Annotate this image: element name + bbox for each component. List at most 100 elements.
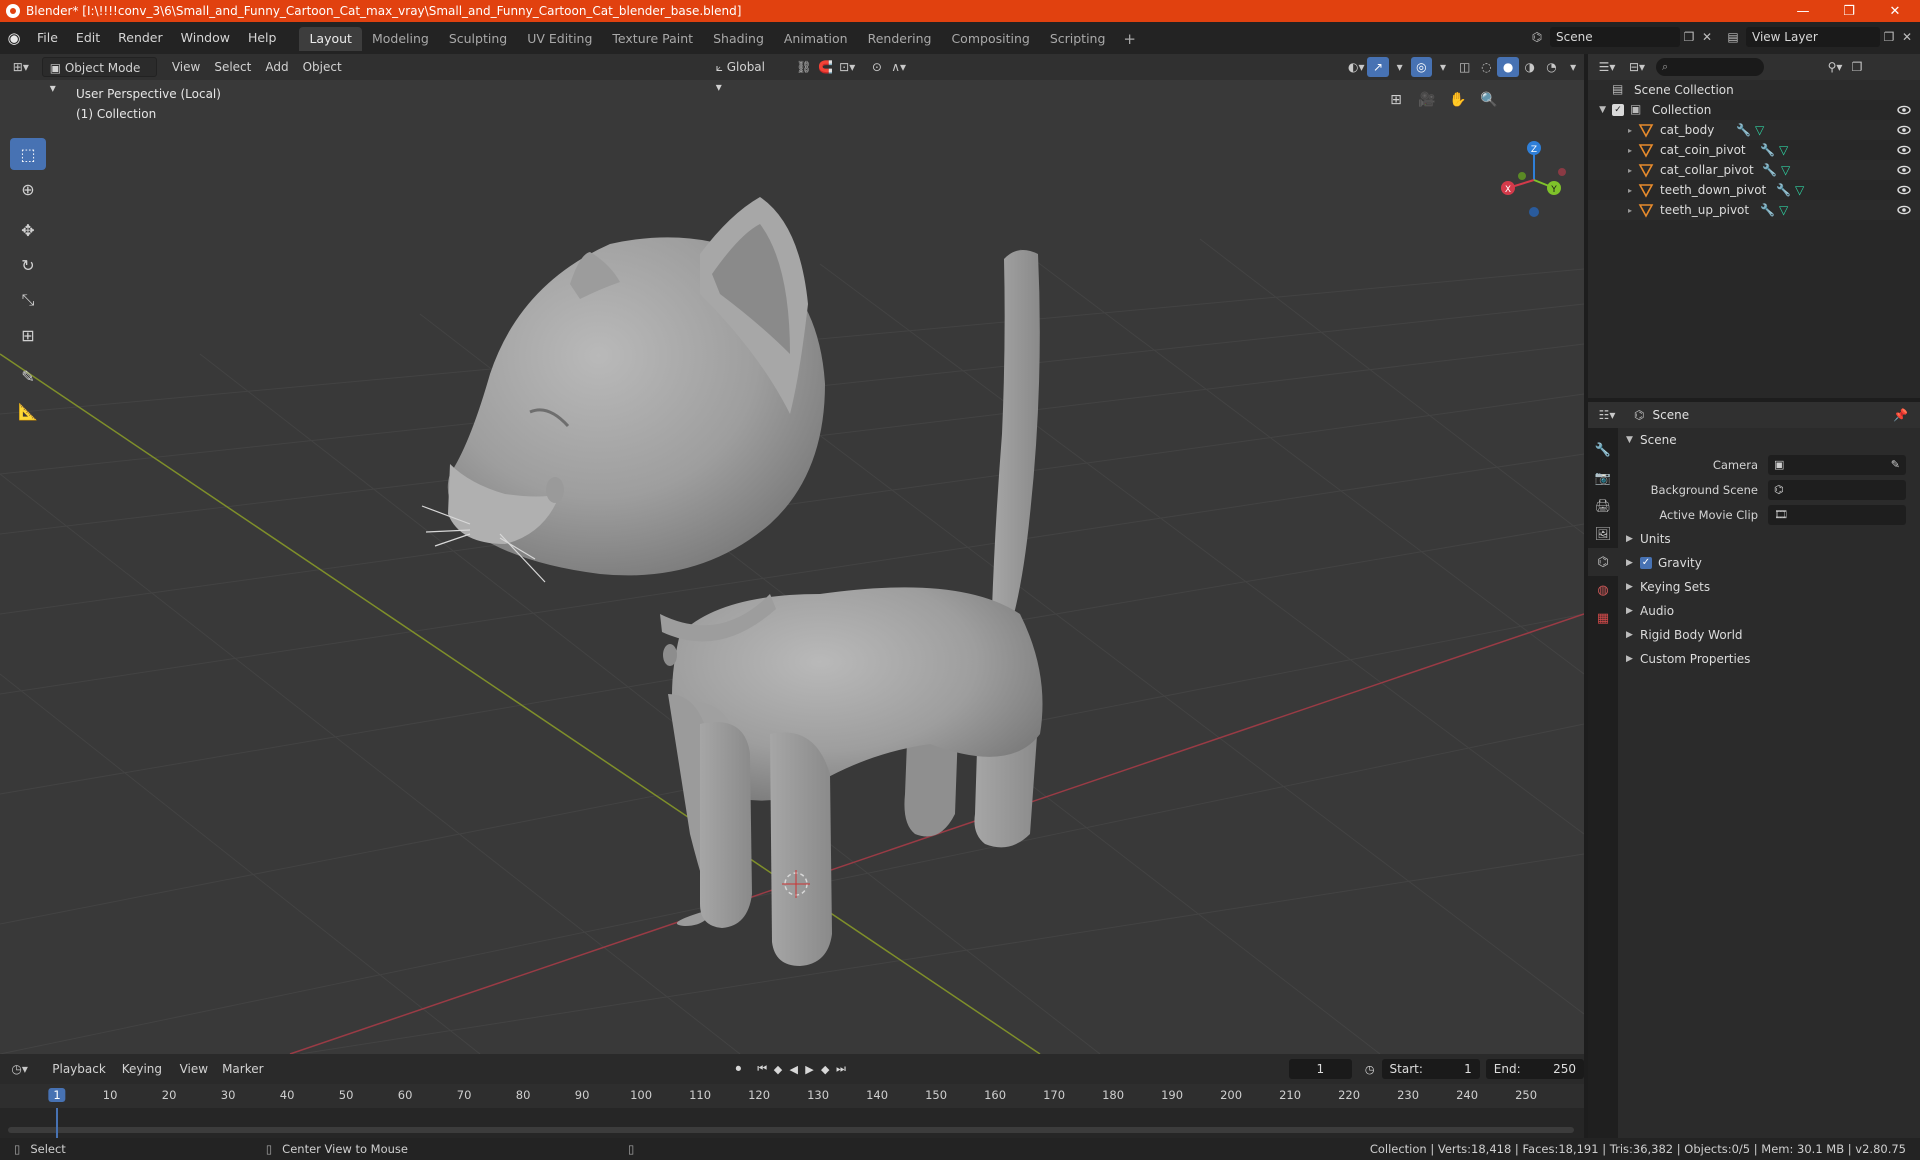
overlay-toggle-icon[interactable]: ◎ (1410, 57, 1433, 77)
gizmo-neg-x-handle[interactable] (1558, 168, 1566, 176)
mesh-data-icon[interactable]: ▽ (1781, 163, 1790, 177)
snap-icon[interactable]: 🧲 (815, 57, 837, 77)
gizmo-dropdown-icon[interactable]: ▾ (1389, 57, 1411, 77)
tab-compositing[interactable]: Compositing (941, 27, 1039, 51)
new-collection-icon[interactable]: ❐ (1846, 57, 1868, 77)
viewport-menu-object[interactable]: Object (296, 57, 349, 77)
play-icon[interactable]: ▶ (802, 1059, 818, 1079)
outliner-object-cat-collar-pivot[interactable]: ▸ cat_collar_pivot 🔧 ▽ (1588, 160, 1920, 180)
current-frame-field[interactable]: 1 (1288, 1059, 1352, 1079)
display-mode-icon[interactable]: ⊟▾ (1626, 57, 1648, 77)
menu-file[interactable]: File (28, 22, 67, 54)
timeline-track[interactable] (0, 1108, 1584, 1138)
viewport-menu-add[interactable]: Add (258, 57, 295, 77)
modifier-wrench-icon[interactable]: 🔧 (1736, 123, 1751, 137)
xray-icon[interactable]: ◫ (1454, 57, 1476, 77)
add-workspace-button[interactable]: + (1115, 27, 1144, 51)
timeline-menu-view[interactable]: View (173, 1059, 215, 1079)
eye-icon[interactable] (1896, 202, 1912, 218)
menu-window[interactable]: Window (172, 22, 239, 54)
tab-uv-editing[interactable]: UV Editing (517, 27, 602, 51)
rigid-body-world-panel[interactable]: ▶ Rigid Body World (1618, 623, 1920, 647)
viewport-menu-view[interactable]: View (165, 57, 207, 77)
modifier-wrench-icon[interactable]: 🔧 (1760, 143, 1775, 157)
outliner-object-teeth-up-pivot[interactable]: ▸ teeth_up_pivot 🔧 ▽ (1588, 200, 1920, 220)
falloff-icon[interactable]: ∧▾ (888, 57, 910, 77)
modifier-wrench-icon[interactable]: 🔧 (1776, 183, 1791, 197)
zoom-icon[interactable]: 🔍 (1475, 86, 1503, 114)
cat-model[interactable] (421, 197, 1043, 966)
mesh-data-icon[interactable]: ▽ (1779, 203, 1788, 217)
tab-sculpting[interactable]: Sculpting (439, 27, 517, 51)
transform-orientation-dropdown[interactable]: ⟀ Global ▾ (709, 57, 781, 94)
camera-field[interactable]: ▣ ✎ (1768, 454, 1906, 475)
eye-icon[interactable] (1896, 102, 1912, 118)
jump-start-icon[interactable]: ⏮ (754, 1059, 770, 1079)
tab-animation[interactable]: Animation (774, 27, 858, 51)
cursor-tool-icon[interactable]: ⊕ (10, 173, 46, 205)
tab-scripting[interactable]: Scripting (1040, 27, 1116, 51)
audio-panel[interactable]: ▶ Audio (1618, 599, 1920, 623)
pan-hand-icon[interactable]: ✋ (1444, 86, 1472, 114)
outliner-editor-type-icon[interactable]: ☰▾ (1596, 57, 1618, 77)
expand-arrow-icon[interactable]: ▸ (1588, 206, 1638, 215)
outliner-object-cat-coin-pivot[interactable]: ▸ cat_coin_pivot 🔧 ▽ (1588, 140, 1920, 160)
outliner-collection[interactable]: ▼ ✓ ▣ Collection (1588, 100, 1920, 120)
pin-icon[interactable]: 📌 (1893, 408, 1908, 422)
scene-panel-header[interactable]: ▼ Scene (1618, 428, 1920, 452)
preview-range-icon[interactable]: ◷ (1362, 1059, 1378, 1079)
units-panel[interactable]: ▶ Units (1618, 527, 1920, 551)
custom-properties-panel[interactable]: ▶ Custom Properties (1618, 647, 1920, 671)
object-mode-dropdown[interactable]: ▣ Object Mode ▾ (41, 57, 157, 95)
mesh-data-icon[interactable]: ▽ (1795, 183, 1804, 197)
menu-edit[interactable]: Edit (67, 22, 109, 54)
shading-solid-icon[interactable]: ● (1497, 57, 1519, 77)
modifier-wrench-icon[interactable]: 🔧 (1762, 163, 1777, 177)
orientation-gizmo[interactable]: Z X Y (1494, 134, 1572, 224)
proportional-editing-icon[interactable]: ⊙ (866, 57, 888, 77)
eye-icon[interactable] (1896, 122, 1912, 138)
filter-icon[interactable]: ⚲▾ (1824, 57, 1846, 77)
viewport-menu-select[interactable]: Select (207, 57, 258, 77)
expand-arrow-icon[interactable]: ▸ (1588, 126, 1638, 135)
rotate-tool-icon[interactable]: ↻ (10, 249, 46, 281)
playhead-line[interactable] (56, 1108, 58, 1138)
start-frame-field[interactable]: Start: 1 (1381, 1059, 1480, 1079)
outliner-object-cat-body[interactable]: ▸ cat_body 🔧 ▽ (1588, 120, 1920, 140)
move-tool-icon[interactable]: ✥ (10, 214, 46, 246)
prev-keyframe-icon[interactable]: ◆ (770, 1059, 786, 1079)
scene-name-field[interactable]: Scene (1550, 27, 1680, 47)
scene-tab-icon[interactable]: ⌬ (1588, 548, 1618, 576)
mesh-data-icon[interactable]: ▽ (1779, 143, 1788, 157)
outliner-search-input[interactable]: ⌕ (1656, 58, 1764, 76)
outliner-object-teeth-down-pivot[interactable]: ▸ teeth_down_pivot 🔧 ▽ (1588, 180, 1920, 200)
shading-rendered-icon[interactable]: ◔ (1541, 57, 1563, 77)
remove-scene-icon[interactable]: ✕ (1698, 27, 1716, 47)
play-reverse-icon[interactable]: ◀ (786, 1059, 802, 1079)
outliner-scene-collection[interactable]: ▤ Scene Collection (1588, 80, 1920, 100)
menu-help[interactable]: Help (239, 22, 286, 54)
tab-shading[interactable]: Shading (703, 27, 774, 51)
new-scene-icon[interactable]: ❐ (1680, 27, 1698, 47)
transform-tool-icon[interactable]: ⊞ (10, 319, 46, 351)
tab-rendering[interactable]: Rendering (858, 27, 942, 51)
expand-arrow-icon[interactable]: ▸ (1588, 146, 1638, 155)
shading-dropdown-icon[interactable]: ▾ (1562, 57, 1584, 77)
timeline-scrollbar[interactable] (8, 1127, 1574, 1133)
eye-icon[interactable] (1896, 162, 1912, 178)
scene-selector[interactable]: ⌬ Scene ❐ ✕ (1528, 26, 1716, 48)
timeline-menu-marker[interactable]: Marker (215, 1059, 270, 1079)
properties-editor-type-icon[interactable]: ☷▾ (1596, 405, 1618, 425)
gizmo-neg-y-handle[interactable] (1518, 172, 1526, 180)
annotate-tool-icon[interactable]: ✎ (10, 360, 46, 392)
record-keyframe-icon[interactable]: ⏺ (731, 1059, 747, 1079)
restore-button[interactable]: ❐ (1826, 0, 1872, 22)
view-layer-name-field[interactable]: View Layer (1746, 27, 1880, 47)
minimize-button[interactable]: — (1780, 0, 1826, 22)
timeline-menu-playback[interactable]: Playback ▾ (45, 1059, 114, 1096)
shading-material-icon[interactable]: ◑ (1519, 57, 1541, 77)
close-button[interactable]: ✕ (1872, 0, 1918, 22)
view-layer-selector[interactable]: ▤ View Layer ❐ ✕ (1724, 26, 1916, 48)
eye-icon[interactable] (1896, 142, 1912, 158)
overlay-dropdown-icon[interactable]: ▾ (1432, 57, 1454, 77)
